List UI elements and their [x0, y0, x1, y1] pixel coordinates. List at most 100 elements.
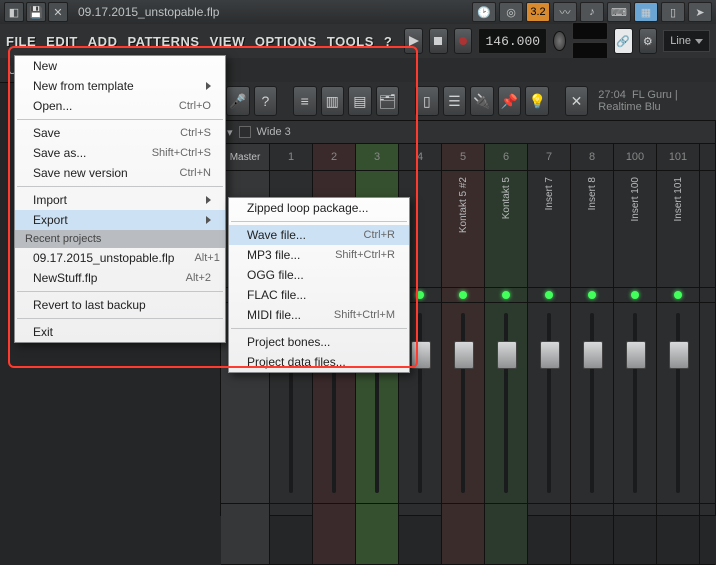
menu-new[interactable]: New [15, 56, 225, 76]
track-cell[interactable] [614, 504, 657, 564]
fader-cap[interactable] [540, 341, 560, 369]
wave-icon[interactable]: 〰 [553, 2, 577, 22]
target-icon[interactable]: ◎ [499, 2, 523, 22]
track-cell[interactable]: 6 [485, 144, 528, 170]
menu-recent-2[interactable]: NewStuff.flpAlt+2 [15, 268, 225, 288]
export-mp3[interactable]: MP3 file...Shift+Ctrl+R [229, 245, 409, 265]
export-wave[interactable]: Wave file...Ctrl+R [229, 225, 409, 245]
track-cell[interactable]: 7 [528, 144, 571, 170]
track-cell[interactable] [571, 303, 614, 503]
menu-options[interactable]: OPTIONS [255, 34, 317, 49]
pin-icon[interactable]: 📌 [498, 86, 522, 116]
track-cell[interactable] [657, 288, 700, 302]
track-led[interactable] [674, 291, 682, 299]
track-cell[interactable] [442, 504, 485, 564]
record-button[interactable] [454, 28, 473, 54]
track-led[interactable] [502, 291, 510, 299]
mic-icon[interactable]: 🎤 [226, 86, 250, 116]
playlist-icon[interactable]: ≡ [293, 86, 317, 116]
menu-view[interactable]: VIEW [210, 34, 245, 49]
lcd-top[interactable] [572, 22, 608, 40]
track-led[interactable] [416, 291, 424, 299]
track-cell[interactable] [528, 504, 571, 564]
play-button[interactable] [404, 28, 423, 54]
master-head[interactable] [221, 504, 270, 564]
snap-selector[interactable]: Line [663, 30, 710, 52]
master-head[interactable]: Master [221, 144, 270, 170]
export-project-bones[interactable]: Project bones... [229, 332, 409, 352]
track-cell[interactable]: 101 [657, 144, 700, 170]
panel-icon[interactable]: ▯ [661, 2, 685, 22]
save-quick-icon[interactable]: 💾 [26, 2, 46, 22]
export-flac[interactable]: FLAC file... [229, 285, 409, 305]
options-icon[interactable]: ⚙ [639, 28, 658, 54]
swing-knob[interactable] [553, 31, 566, 51]
menu-save-as[interactable]: Save as...Shift+Ctrl+S [15, 143, 225, 163]
track-cell[interactable]: 5 [442, 144, 485, 170]
menu-patterns[interactable]: PATTERNS [127, 34, 199, 49]
menu-new-from-template[interactable]: New from template [15, 76, 225, 96]
menu-file[interactable]: FILE [6, 34, 36, 49]
step-icon[interactable]: ▥ [321, 86, 345, 116]
piano-icon[interactable]: ▤ [348, 86, 372, 116]
track-cell[interactable] [356, 504, 399, 564]
stack-icon[interactable]: ▯ [415, 86, 439, 116]
track-cell[interactable]: 4 [399, 144, 442, 170]
stop-button[interactable] [429, 28, 448, 54]
close-all-icon[interactable]: ✕ [565, 86, 589, 116]
export-project-data[interactable]: Project data files... [229, 352, 409, 372]
track-cell[interactable] [442, 288, 485, 302]
menu-revert[interactable]: Revert to last backup [15, 295, 225, 315]
fader-cap[interactable] [626, 341, 646, 369]
fader-cap[interactable] [497, 341, 517, 369]
menu-save-new-version[interactable]: Save new versionCtrl+N [15, 163, 225, 183]
track-cell[interactable] [657, 504, 700, 564]
music-icon[interactable]: ♪ [580, 2, 604, 22]
plugin-icon[interactable]: 🔌 [470, 86, 494, 116]
menu-edit[interactable]: EDIT [46, 34, 78, 49]
track-led[interactable] [631, 291, 639, 299]
fader-cap[interactable] [583, 341, 603, 369]
preset-icon[interactable] [239, 126, 251, 138]
lamp-icon[interactable]: 💡 [525, 86, 549, 116]
menu-exit[interactable]: Exit [15, 322, 225, 342]
mixer-view-label[interactable]: Wide 3 [257, 126, 291, 138]
track-cell[interactable] [614, 288, 657, 302]
metronome-icon[interactable]: 🕑 [472, 2, 496, 22]
export-zipped[interactable]: Zipped loop package... [229, 198, 409, 218]
menu-open[interactable]: Open...Ctrl+O [15, 96, 225, 116]
menu-save[interactable]: SaveCtrl+S [15, 123, 225, 143]
fader-cap[interactable] [411, 341, 431, 369]
mixer-icon[interactable]: ☰ [443, 86, 467, 116]
track-cell[interactable] [485, 504, 528, 564]
link-icon[interactable]: 🔗 [614, 28, 633, 54]
track-cell[interactable]: 2 [313, 144, 356, 170]
track-led[interactable] [545, 291, 553, 299]
arrow-icon[interactable]: ➤ [688, 2, 712, 22]
track-cell[interactable] [485, 303, 528, 503]
grid-icon[interactable]: ▦ [634, 2, 658, 22]
track-cell[interactable]: Insert 8 [571, 171, 614, 287]
counter-display[interactable]: 3.2 [526, 2, 550, 22]
track-cell[interactable]: Insert 7 [528, 171, 571, 287]
fader-cap[interactable] [669, 341, 689, 369]
menu-help[interactable]: ? [384, 34, 392, 49]
menu-add[interactable]: ADD [88, 34, 118, 49]
track-cell[interactable]: Kontakt 5 #2 [442, 171, 485, 287]
track-cell[interactable] [270, 504, 313, 564]
track-cell[interactable] [399, 504, 442, 564]
menu-import[interactable]: Import [15, 190, 225, 210]
fader-cap[interactable] [454, 341, 474, 369]
track-led[interactable] [588, 291, 596, 299]
track-cell[interactable] [528, 288, 571, 302]
track-cell[interactable] [313, 504, 356, 564]
track-cell[interactable]: Insert 100 [614, 171, 657, 287]
menu-export[interactable]: Export [15, 210, 225, 230]
help-icon[interactable]: ? [254, 86, 278, 116]
sysmenu-icon[interactable]: ◧ [4, 2, 24, 22]
menu-tools[interactable]: TOOLS [327, 34, 374, 49]
track-cell[interactable]: Kontakt 5 [485, 171, 528, 287]
export-ogg[interactable]: OGG file... [229, 265, 409, 285]
track-cell[interactable]: 3 [356, 144, 399, 170]
track-cell[interactable] [571, 504, 614, 564]
